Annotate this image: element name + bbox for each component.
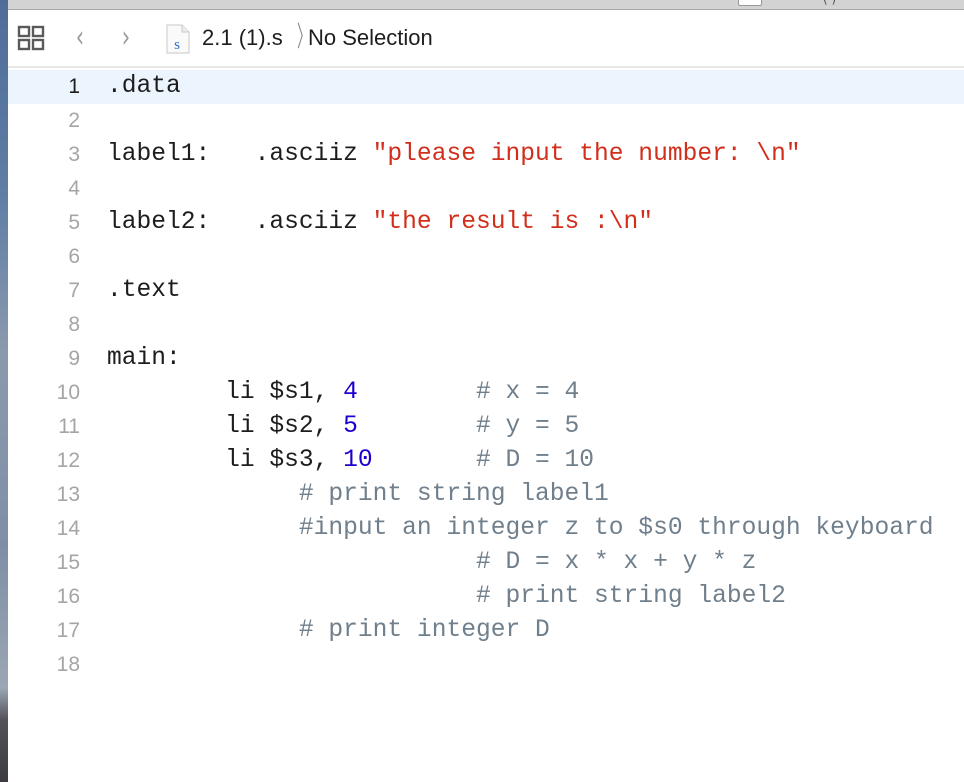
line-code: # print string label2 <box>107 580 786 614</box>
titlebar-button[interactable] <box>738 0 762 6</box>
line-number: 7 <box>68 279 80 302</box>
breadcrumb-file[interactable]: 2.1 (1).s <box>202 25 283 51</box>
forward-button[interactable]: › <box>122 23 130 53</box>
comment: # D = x * x + y * z <box>107 549 757 576</box>
code-line[interactable]: 1 .data <box>8 70 964 104</box>
line-code: .data <box>107 70 181 104</box>
line-number: 11 <box>58 415 80 438</box>
comment: # print string label1 <box>107 481 609 508</box>
code-line[interactable]: 6 <box>8 240 964 274</box>
line-number: 3 <box>68 143 80 166</box>
code-line[interactable]: 18 <box>8 648 964 682</box>
line-code: li $s1, 4 # x = 4 <box>107 376 579 410</box>
desktop-background <box>0 0 8 782</box>
string-literal: "please input the number: \n" <box>372 141 801 168</box>
code-text: main: <box>107 345 181 372</box>
code-line[interactable]: 17 # print integer D <box>8 614 964 648</box>
code-line[interactable]: 4 <box>8 172 964 206</box>
line-code: label1: .asciiz "please input the number… <box>107 138 801 172</box>
code-line[interactable]: 14 #input an integer z to $s0 through ke… <box>8 512 964 546</box>
line-number: 16 <box>56 585 80 608</box>
comment: # print integer D <box>107 617 550 644</box>
related-items-grid-icon[interactable] <box>17 25 45 51</box>
file-icon-letter: s <box>174 37 180 53</box>
line-code: li $s2, 5 # y = 5 <box>107 410 579 444</box>
code-line[interactable]: 12 li $s3, 10 # D = 10 <box>8 444 964 478</box>
comment: # D = 10 <box>372 447 595 474</box>
line-number: 8 <box>68 313 80 336</box>
line-number: 12 <box>56 449 80 472</box>
line-code: main: <box>107 342 181 376</box>
line-code: #input an integer z to $s0 through keybo… <box>107 512 934 546</box>
line-number: 2 <box>68 109 80 132</box>
line-number: 14 <box>56 517 80 540</box>
title-bar: ( ) <box>8 0 964 10</box>
number-literal: 10 <box>343 447 373 474</box>
code-line[interactable]: 10 li $s1, 4 # x = 4 <box>8 376 964 410</box>
jump-bar: ‹ › s 2.1 (1).s 〉 No Selection <box>8 10 964 68</box>
code-line[interactable]: 16 # print string label2 <box>8 580 964 614</box>
code-line[interactable]: 9 main: <box>8 342 964 376</box>
line-number: 17 <box>56 619 80 642</box>
back-button[interactable]: ‹ <box>76 23 84 53</box>
line-number: 6 <box>68 245 80 268</box>
line-code: .text <box>107 274 181 308</box>
breadcrumb-selection[interactable]: No Selection <box>308 25 433 51</box>
line-code: # print integer D <box>107 614 550 648</box>
line-number: 10 <box>56 381 80 404</box>
line-number: 18 <box>56 653 80 676</box>
code-line[interactable]: 13 # print string label1 <box>8 478 964 512</box>
code-line[interactable]: 2 <box>8 104 964 138</box>
code-line[interactable]: 3 label1: .asciiz "please input the numbe… <box>8 138 964 172</box>
code-text: label1: .asciiz <box>107 141 373 168</box>
code-text: .data <box>107 73 181 100</box>
code-line[interactable]: 8 <box>8 308 964 342</box>
comment: # print string label2 <box>107 583 786 610</box>
comment: # y = 5 <box>357 413 580 440</box>
string-literal: "the result is :\n" <box>372 209 654 236</box>
code-line[interactable]: 5 label2: .asciiz "the result is :\n" <box>8 206 964 240</box>
line-number: 5 <box>68 211 80 234</box>
number-literal: 4 <box>343 379 358 406</box>
line-number: 13 <box>56 483 80 506</box>
line-number: 4 <box>68 177 80 200</box>
code-line[interactable]: 7 .text <box>8 274 964 308</box>
line-code: label2: .asciiz "the result is :\n" <box>107 206 653 240</box>
code-text: li $s1, <box>107 379 344 406</box>
line-code: li $s3, 10 # D = 10 <box>107 444 594 478</box>
line-number: 9 <box>68 347 80 370</box>
code-line[interactable]: 15 # D = x * x + y * z <box>8 546 964 580</box>
line-number: 1 <box>68 75 80 98</box>
line-code: # D = x * x + y * z <box>107 546 756 580</box>
line-code: # print string label1 <box>107 478 609 512</box>
code-text: label2: .asciiz <box>107 209 373 236</box>
titlebar-glyph: ( ) <box>823 0 836 6</box>
line-number: 15 <box>56 551 80 574</box>
code-line[interactable]: 11 li $s2, 5 # y = 5 <box>8 410 964 444</box>
code-text: li $s3, <box>107 447 344 474</box>
code-text: .text <box>107 277 181 304</box>
editor-window: ( ) ‹ › s 2.1 (1).s 〉 No Selection 1 .dat… <box>8 0 964 782</box>
assembly-file-icon: s <box>166 24 190 54</box>
source-editor[interactable]: 1 .data 2 3 label1: .asciiz "please input th… <box>8 68 964 782</box>
comment: #input an integer z to $s0 through keybo… <box>107 515 934 542</box>
number-literal: 5 <box>343 413 358 440</box>
comment: # x = 4 <box>357 379 580 406</box>
code-text: li $s2, <box>107 413 344 440</box>
